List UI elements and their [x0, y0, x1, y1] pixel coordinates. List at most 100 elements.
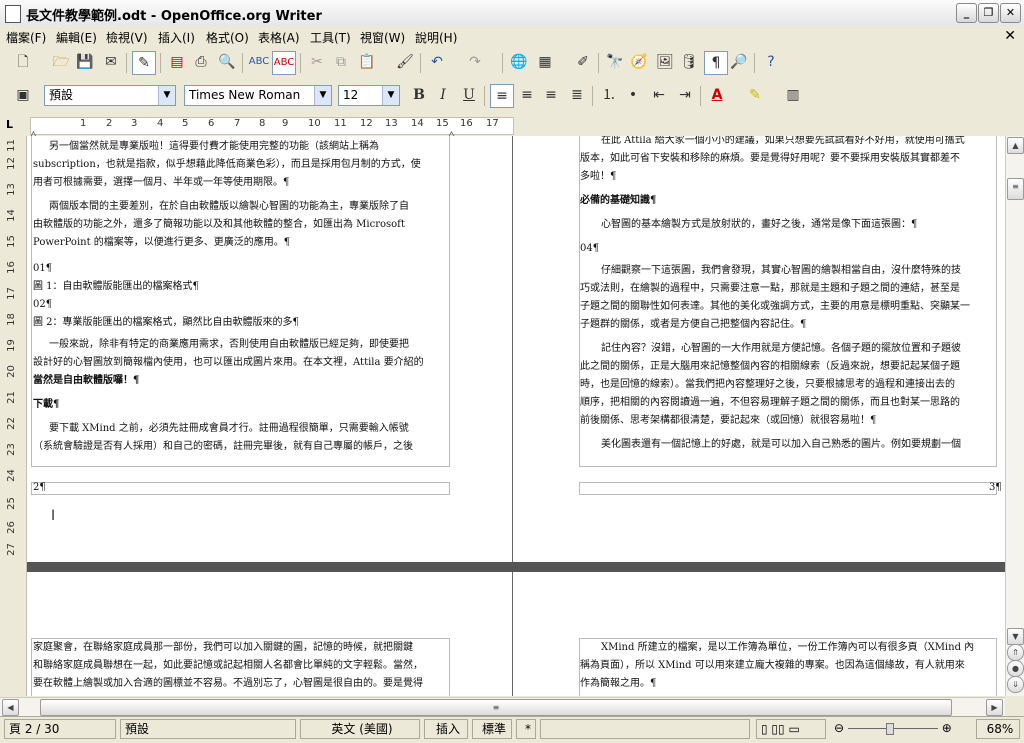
menu-edit[interactable]: 編輯(E) [56, 29, 97, 46]
right-page-line: 仔細觀察一下這張圖，我們會發現，其實心智圖的繪製相當自由，沒什麼特殊的技 [601, 265, 961, 276]
scroll-thumb[interactable]: ≡ [1007, 178, 1024, 200]
horizontal-ruler[interactable]: L 1 2 3 4 5 6 7 8 9 10 11 12 13 14 15 16… [0, 114, 1024, 140]
format-paintbrush-icon[interactable]: 🖌 [394, 51, 416, 73]
cut-icon[interactable]: ✂ [306, 51, 328, 73]
font-color-icon[interactable]: A [706, 84, 728, 106]
restore-button[interactable]: ❐ [978, 3, 999, 23]
formatting-marks-icon[interactable]: ¶ [704, 51, 728, 75]
edit-mode-icon[interactable]: ✎ [132, 51, 156, 75]
scroll-down-icon[interactable]: ▼ [1007, 628, 1024, 645]
scroll-right-icon[interactable]: ▶ [986, 699, 1003, 716]
tab-stop-icon[interactable]: L [6, 118, 13, 131]
align-right-icon[interactable]: ≡ [540, 84, 562, 106]
menu-table[interactable]: 表格(A) [258, 29, 300, 46]
menu-view[interactable]: 檢視(V) [106, 29, 148, 46]
scroll-up-icon[interactable]: ▲ [1007, 137, 1024, 154]
horizontal-scrollbar[interactable]: ◀ ≡ ▶ [0, 697, 1005, 716]
align-center-icon[interactable]: ≡ [516, 84, 538, 106]
redo-icon[interactable]: ↷ [464, 51, 486, 73]
menu-bar: 檔案(F) 編輯(E) 檢視(V) 插入(I) 格式(O) 表格(A) 工具(T… [0, 26, 1024, 48]
open-folder-icon[interactable]: 🗁 [50, 51, 72, 73]
left-page-line: 一般來說，除非有特定的商業應用需求，否則使用自由軟體版已經足夠，即使要把 [49, 339, 409, 350]
bullets-icon[interactable]: • [622, 84, 644, 106]
navigator-icon[interactable]: 🧭 [628, 51, 650, 73]
menu-file[interactable]: 檔案(F) [6, 29, 46, 46]
writer-app-icon[interactable] [5, 5, 21, 23]
ruler-mark: 11 [334, 118, 347, 129]
underline-button[interactable]: U [458, 84, 480, 106]
hyperlink-icon[interactable]: 🌐 [508, 51, 530, 73]
font-name-combo[interactable]: Times New Roman ▼ [184, 85, 332, 106]
close-document-icon[interactable]: ✕ [1004, 28, 1016, 44]
styles-formatting-icon[interactable]: ▣ [12, 84, 34, 106]
horizontal-scroll-thumb[interactable]: ≡ [40, 699, 952, 716]
vertical-ruler[interactable]: 11 12 13 14 15 16 17 18 19 20 21 22 23 2… [0, 136, 27, 696]
menu-help[interactable]: 說明(H) [415, 29, 457, 46]
page-row-separator [27, 562, 1005, 572]
zoom-level[interactable]: 68% [976, 719, 1020, 739]
bold-button[interactable]: B [408, 84, 430, 106]
navigation-icon[interactable]: ● [1007, 660, 1024, 677]
minimize-button[interactable]: _ [956, 3, 977, 23]
document-modified-indicator[interactable]: * [516, 719, 536, 739]
highlighting-icon[interactable]: ✎ [744, 84, 766, 106]
italic-button[interactable]: I [432, 84, 454, 106]
copy-icon[interactable]: ⧉ [330, 51, 352, 73]
selection-mode-indicator[interactable]: 標準 [472, 719, 512, 739]
show-draw-functions-icon[interactable]: ✐ [572, 51, 594, 73]
email-icon[interactable]: ✉ [100, 51, 122, 73]
increase-indent-icon[interactable]: ⇥ [674, 84, 696, 106]
data-sources-icon[interactable]: 🛢 [678, 51, 700, 73]
find-replace-icon[interactable]: 🔭 [604, 51, 626, 73]
paragraph-style-combo[interactable]: 預設 ▼ [44, 85, 176, 106]
language-indicator[interactable]: 英文 (美國) [300, 719, 420, 739]
document-area[interactable]: 另一個當然就是專業版啦！這得要付費才能使用完整的功能（該網站上稱為 subscr… [27, 136, 1005, 696]
save-icon[interactable]: 💾 [74, 51, 96, 73]
left-page-footer-frame [31, 482, 450, 495]
spellcheck-icon[interactable]: ABC [248, 51, 270, 73]
zoom-track[interactable] [847, 723, 938, 735]
vertical-scrollbar[interactable]: ▲ ≡ ▼ ⇑ ● ⇓ [1005, 136, 1024, 696]
undo-icon[interactable]: ↶ [426, 51, 448, 73]
view-layout-buttons[interactable]: ▯ ▯▯ ▭ [756, 719, 826, 739]
previous-page-icon[interactable]: ⇑ [1007, 644, 1024, 661]
menu-window[interactable]: 視窗(W) [360, 29, 405, 46]
export-pdf-icon[interactable]: ▤ [166, 51, 188, 73]
left-page-line: （系統會驗證是否有人採用）和自己的密碼，註冊完畢後，就有自己專屬的帳戶，之後 [33, 441, 413, 452]
close-button[interactable]: ✕ [1000, 3, 1021, 23]
page-gap-divider [512, 572, 513, 696]
background-color-icon[interactable]: ▥ [782, 84, 804, 106]
next-page-icon[interactable]: ⇓ [1007, 676, 1024, 693]
chevron-down-icon[interactable]: ▼ [314, 86, 331, 105]
paste-icon[interactable]: 📋 [356, 51, 378, 73]
left-page-line: 另一個當然就是專業版啦！這得要付費才能使用完整的功能（該網站上稱為 [49, 141, 379, 152]
print-preview-icon[interactable]: 🔍 [216, 51, 238, 73]
help-icon[interactable]: ? [760, 51, 782, 73]
justify-icon[interactable]: ≣ [566, 84, 588, 106]
zoom-slider[interactable]: ⊖ ⊕ [830, 719, 972, 739]
menu-tools[interactable]: 工具(T) [310, 29, 351, 46]
page-style-indicator[interactable]: 預設 [120, 719, 296, 739]
font-size-value: 12 [343, 88, 359, 102]
table-icon[interactable]: ▦ [534, 51, 556, 73]
zoom-thumb[interactable] [885, 723, 894, 735]
chevron-down-icon[interactable]: ▼ [382, 86, 399, 105]
autospellcheck-icon[interactable]: ABC [272, 51, 296, 75]
menu-insert[interactable]: 插入(I) [158, 29, 195, 46]
menu-format[interactable]: 格式(O) [206, 29, 249, 46]
vruler-mark: 12 [5, 157, 17, 170]
zoom-in-icon[interactable]: ⊕ [942, 721, 952, 735]
scroll-left-icon[interactable]: ◀ [2, 699, 19, 716]
zoom-icon[interactable]: 🔎 [728, 51, 750, 73]
align-left-icon[interactable]: ≡ [490, 84, 514, 108]
numbering-icon[interactable]: ⒈ [598, 84, 620, 106]
chevron-down-icon[interactable]: ▼ [158, 86, 175, 105]
new-document-icon[interactable]: 🗋 [12, 51, 34, 73]
print-icon[interactable]: ⎙ [190, 51, 212, 73]
page-indicator[interactable]: 頁 2 / 30 [4, 719, 116, 739]
gallery-icon[interactable]: 🖼 [654, 51, 676, 73]
insert-mode-indicator[interactable]: 插入 [424, 719, 468, 739]
decrease-indent-icon[interactable]: ⇤ [648, 84, 670, 106]
font-size-combo[interactable]: 12 ▼ [338, 85, 400, 106]
zoom-out-icon[interactable]: ⊖ [834, 721, 844, 735]
